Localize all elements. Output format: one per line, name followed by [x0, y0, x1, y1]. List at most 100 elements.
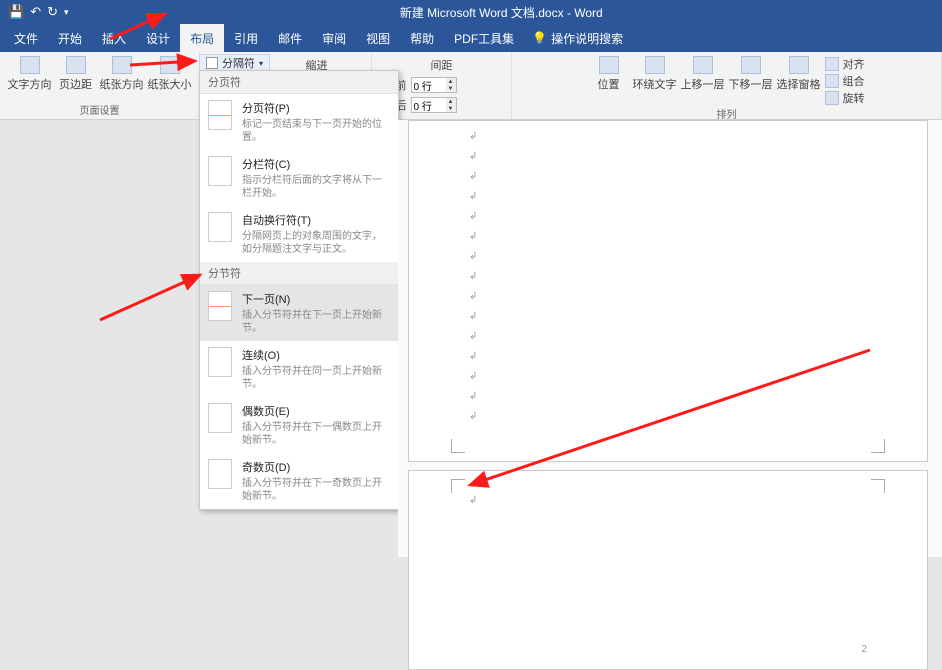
spacing-after-spinner[interactable]: ▲▼	[411, 97, 457, 113]
undo-icon[interactable]: ↶	[30, 4, 41, 20]
margins-button[interactable]: 页边距	[56, 56, 96, 92]
page-corner	[451, 479, 465, 493]
redo-icon[interactable]: ↻	[47, 4, 58, 20]
save-icon[interactable]: 💾	[8, 4, 24, 20]
tell-me-label: 操作说明搜索	[551, 30, 623, 47]
breaks-label: 分隔符	[222, 55, 255, 71]
paragraph-mark: ↲	[469, 371, 477, 382]
ribbon: 文字方向 页边距 纸张方向 纸张大小 页面设置 分隔符 ▾ 缩进 ▲▼ ▲▼ 段…	[0, 52, 942, 120]
tab-layout[interactable]: 布局	[180, 24, 224, 52]
position-icon	[599, 56, 619, 74]
margins-icon	[66, 56, 86, 74]
tab-design[interactable]: 设计	[136, 24, 180, 52]
tab-pdf-tools[interactable]: PDF工具集	[444, 24, 524, 52]
selection-pane-icon	[789, 56, 809, 74]
size-icon	[160, 56, 180, 74]
page-2[interactable]: ↲ 2	[408, 470, 928, 670]
group-arrange-label: 排列	[717, 106, 737, 121]
odd-page-icon	[208, 459, 232, 489]
group-button[interactable]: 组合	[825, 73, 865, 89]
up-icon[interactable]: ▲	[446, 78, 456, 85]
align-icon	[825, 57, 839, 71]
wrap-icon	[645, 56, 665, 74]
rotate-button[interactable]: 旋转	[825, 90, 865, 106]
menu-item-even-page[interactable]: 偶数页(E)插入分节符并在下一偶数页上开始新节。	[200, 397, 398, 453]
orientation-icon	[112, 56, 132, 74]
menu-item-text-wrapping[interactable]: 自动换行符(T)分隔网页上的对象周围的文字，如分隔题注文字与正文。	[200, 206, 398, 262]
page-corner	[871, 439, 885, 453]
group-page-setup-label: 页面设置	[80, 102, 120, 117]
document-canvas[interactable]: ↲ ↲ ↲ ↲ ↲ ↲ ↲ ↲ ↲ ↲ ↲ ↲ ↲ ↲ ↲ ↲ 2	[398, 120, 942, 557]
breaks-dropdown: 分页符 分页符(P)标记一页结束与下一页开始的位置。 分栏符(C)指示分栏符后面…	[199, 70, 399, 510]
page-corner	[451, 439, 465, 453]
page-1[interactable]: ↲ ↲ ↲ ↲ ↲ ↲ ↲ ↲ ↲ ↲ ↲ ↲ ↲ ↲ ↲	[408, 120, 928, 462]
ribbon-tabs: 文件 开始 插入 设计 布局 引用 邮件 审阅 视图 帮助 PDF工具集 💡 操…	[0, 24, 942, 52]
even-page-icon	[208, 403, 232, 433]
send-backward-button[interactable]: 下移一层	[729, 56, 773, 106]
menu-item-next-page[interactable]: 下一页(N)插入分节符并在下一页上开始新节。	[200, 285, 398, 341]
breaks-icon	[206, 57, 218, 69]
group-icon	[825, 74, 839, 88]
continuous-icon	[208, 347, 232, 377]
tab-references[interactable]: 引用	[224, 24, 268, 52]
tab-mailings[interactable]: 邮件	[268, 24, 312, 52]
spacing-label: 间距	[431, 56, 453, 74]
chevron-down-icon: ▾	[259, 59, 263, 68]
paragraph-mark: ↲	[469, 171, 477, 182]
tab-file[interactable]: 文件	[4, 24, 48, 52]
group-page-setup: 文字方向 页边距 纸张方向 纸张大小 页面设置	[0, 52, 200, 119]
quick-access-toolbar: 💾 ↶ ↻ ▾	[8, 4, 69, 20]
menu-item-page-break[interactable]: 分页符(P)标记一页结束与下一页开始的位置。	[200, 94, 398, 150]
paragraph-mark: ↲	[469, 191, 477, 202]
up-icon[interactable]: ▲	[446, 98, 456, 105]
spacing-before-spinner[interactable]: ▲▼	[411, 77, 457, 93]
selection-pane-button[interactable]: 选择窗格	[777, 56, 821, 106]
bring-forward-icon	[693, 56, 713, 74]
rotate-icon	[825, 91, 839, 105]
tab-home[interactable]: 开始	[48, 24, 92, 52]
paragraph-mark: ↲	[469, 231, 477, 242]
paragraph-mark: ↲	[469, 251, 477, 262]
column-break-icon	[208, 156, 232, 186]
menu-item-column-break[interactable]: 分栏符(C)指示分栏符后面的文字将从下一栏开始。	[200, 150, 398, 206]
text-direction-button[interactable]: 文字方向	[8, 56, 52, 92]
position-button[interactable]: 位置	[589, 56, 629, 106]
align-button[interactable]: 对齐	[825, 56, 865, 72]
tab-view[interactable]: 视图	[356, 24, 400, 52]
paragraph-mark: ↲	[469, 495, 477, 506]
wrap-text-button[interactable]: 环绕文字	[633, 56, 677, 106]
size-button[interactable]: 纸张大小	[148, 56, 192, 92]
tab-help[interactable]: 帮助	[400, 24, 444, 52]
lightbulb-icon: 💡	[532, 31, 547, 45]
paragraph-mark: ↲	[469, 411, 477, 422]
menu-item-odd-page[interactable]: 奇数页(D)插入分节符并在下一奇数页上开始新节。	[200, 453, 398, 509]
title-bar: 💾 ↶ ↻ ▾ 新建 Microsoft Word 文档.docx - Word	[0, 0, 942, 24]
paragraph-mark: ↲	[469, 151, 477, 162]
text-direction-icon	[20, 56, 40, 74]
spacing-before-input[interactable]	[412, 80, 446, 91]
paragraph-mark: ↲	[469, 311, 477, 322]
bring-forward-button[interactable]: 上移一层	[681, 56, 725, 106]
down-icon[interactable]: ▼	[446, 105, 456, 112]
page-corner	[871, 479, 885, 493]
page-number: 2	[861, 644, 867, 655]
send-backward-icon	[741, 56, 761, 74]
paragraph-mark: ↲	[469, 291, 477, 302]
dropdown-section-section-breaks: 分节符	[200, 262, 398, 285]
group-arrange: 位置 环绕文字 上移一层 下移一层 选择窗格 对齐 组合 旋转 排列	[512, 52, 942, 119]
spacing-after-input[interactable]	[412, 100, 446, 111]
tab-insert[interactable]: 插入	[92, 24, 136, 52]
tell-me-search[interactable]: 💡 操作说明搜索	[532, 24, 623, 52]
orientation-button[interactable]: 纸张方向	[100, 56, 144, 92]
paragraph-mark: ↲	[469, 271, 477, 282]
menu-item-continuous[interactable]: 连续(O)插入分节符并在同一页上开始新节。	[200, 341, 398, 397]
down-icon[interactable]: ▼	[446, 85, 456, 92]
window-title: 新建 Microsoft Word 文档.docx - Word	[69, 4, 934, 21]
paragraph-mark: ↲	[469, 351, 477, 362]
paragraph-mark: ↲	[469, 131, 477, 142]
next-page-icon	[208, 291, 232, 321]
dropdown-section-page-breaks: 分页符	[200, 71, 398, 94]
paragraph-mark: ↲	[469, 211, 477, 222]
tab-review[interactable]: 审阅	[312, 24, 356, 52]
text-wrapping-icon	[208, 212, 232, 242]
